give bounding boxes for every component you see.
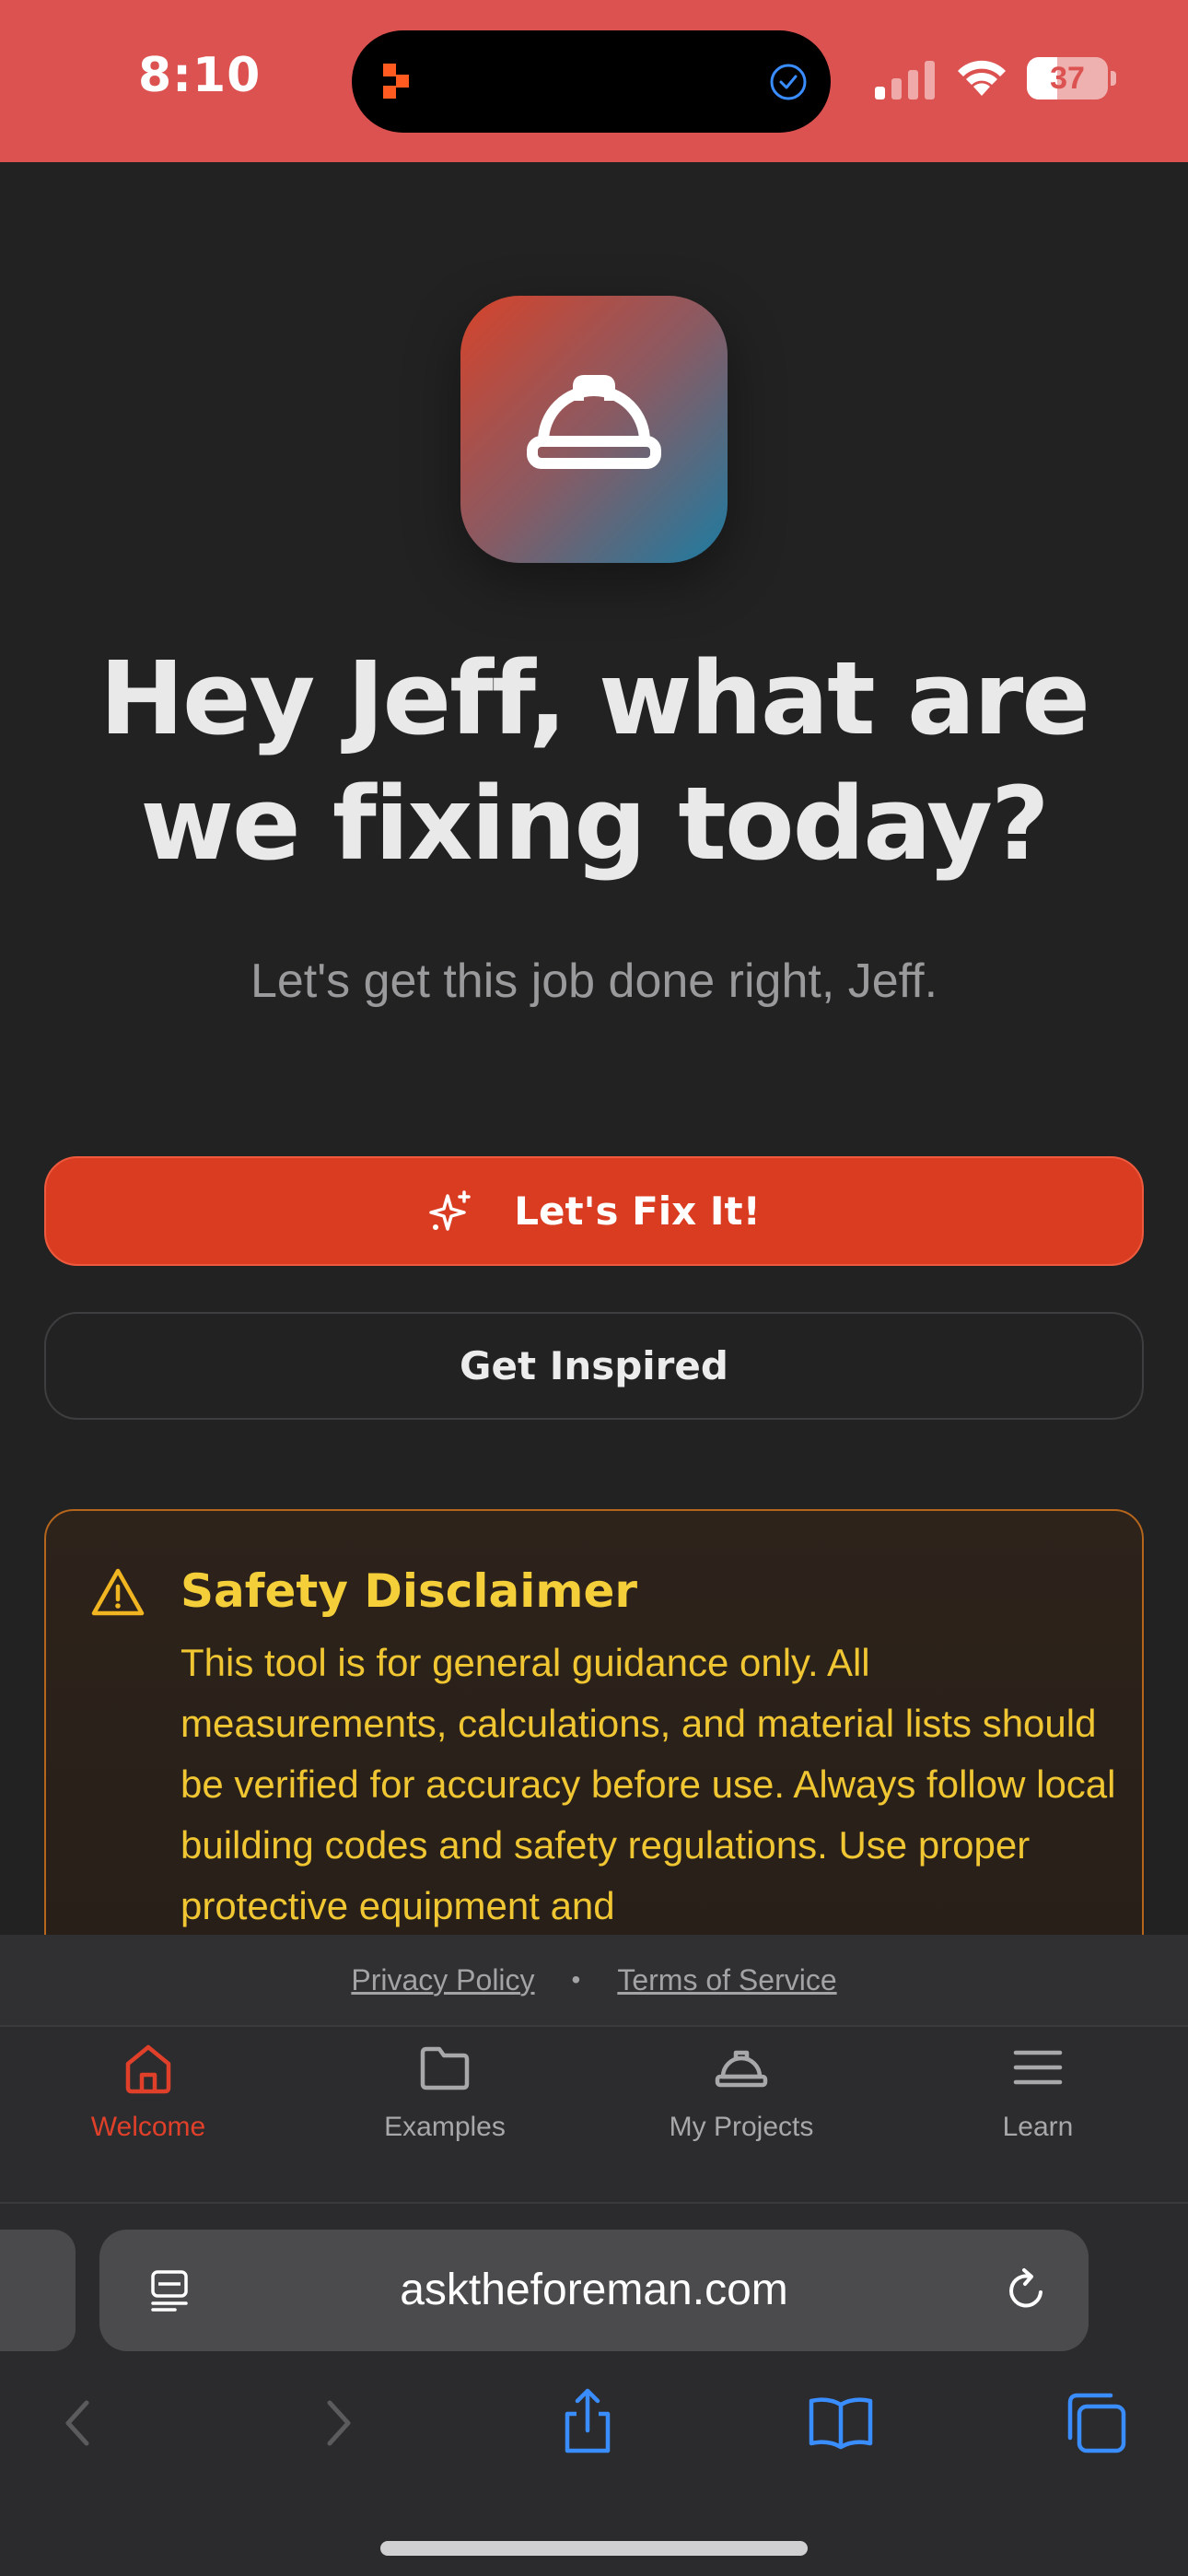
previous-tab-preview[interactable] bbox=[0, 2230, 76, 2351]
home-icon bbox=[125, 2044, 171, 2094]
lets-fix-it-label: Let's Fix It! bbox=[514, 1188, 761, 1234]
url-text: asktheforeman.com bbox=[400, 2266, 788, 2314]
app-logo bbox=[460, 296, 728, 563]
folder-icon bbox=[420, 2046, 470, 2090]
tabs-icon[interactable] bbox=[1057, 2386, 1131, 2460]
menu-icon bbox=[1013, 2050, 1063, 2085]
battery-percent: 37 bbox=[1050, 61, 1085, 96]
status-bar: 8:10 37 bbox=[0, 0, 1188, 162]
tab-examples[interactable]: Examples bbox=[297, 2029, 593, 2204]
reload-icon[interactable] bbox=[1002, 2266, 1050, 2314]
tab-learn-label: Learn bbox=[1002, 2112, 1074, 2142]
disclaimer-title: Safety Disclaimer bbox=[181, 1564, 638, 1618]
status-time: 8:10 bbox=[138, 48, 262, 103]
address-bar[interactable]: asktheforeman.com bbox=[99, 2230, 1089, 2351]
share-icon[interactable] bbox=[551, 2386, 624, 2460]
hard-hat-icon bbox=[715, 2050, 768, 2088]
lets-fix-it-button[interactable]: Let's Fix It! bbox=[44, 1156, 1144, 1266]
app-activity-icon bbox=[383, 64, 409, 99]
bottom-tab-bar: Welcome Examples My Projects Learn bbox=[0, 2029, 1188, 2204]
screen: 8:10 37 Hey Jeff, what are we fixing tod… bbox=[0, 0, 1188, 2576]
tab-learn[interactable]: Learn bbox=[890, 2029, 1186, 2204]
disclaimer-text: This tool is for general guidance only. … bbox=[181, 1641, 1116, 1927]
sparkles-icon bbox=[429, 1189, 472, 1231]
get-inspired-label: Get Inspired bbox=[460, 1343, 728, 1388]
battery-indicator: 37 bbox=[1027, 57, 1117, 100]
page-subtitle: Let's get this job done right, Jeff. bbox=[250, 954, 938, 1008]
tab-my-projects-label: My Projects bbox=[669, 2112, 814, 2142]
tab-welcome-label: Welcome bbox=[90, 2112, 206, 2142]
footer-links: Privacy Policy • Terms of Service bbox=[0, 1935, 1188, 2027]
tab-examples-label: Examples bbox=[384, 2112, 506, 2142]
privacy-policy-link[interactable]: Privacy Policy bbox=[351, 1963, 534, 1997]
dynamic-island bbox=[352, 30, 831, 133]
page-title: Hey Jeff, what are we fixing today? bbox=[99, 639, 1090, 883]
cellular-signal-icon bbox=[875, 61, 935, 100]
tab-my-projects[interactable]: My Projects bbox=[593, 2029, 890, 2204]
forward-icon[interactable] bbox=[300, 2386, 374, 2460]
wifi-icon bbox=[958, 60, 1006, 96]
browser-toolbar bbox=[0, 2377, 1188, 2469]
check-circle-icon bbox=[770, 64, 807, 100]
hard-hat-icon bbox=[527, 375, 661, 469]
tab-welcome[interactable]: Welcome bbox=[0, 2029, 297, 2204]
back-icon[interactable] bbox=[42, 2386, 116, 2460]
bookmarks-icon[interactable] bbox=[804, 2386, 878, 2460]
link-separator: • bbox=[571, 1965, 581, 1994]
warning-triangle-icon bbox=[91, 1568, 145, 1616]
home-indicator[interactable] bbox=[380, 2541, 808, 2556]
terms-of-service-link[interactable]: Terms of Service bbox=[617, 1963, 836, 1997]
get-inspired-button[interactable]: Get Inspired bbox=[44, 1312, 1144, 1420]
